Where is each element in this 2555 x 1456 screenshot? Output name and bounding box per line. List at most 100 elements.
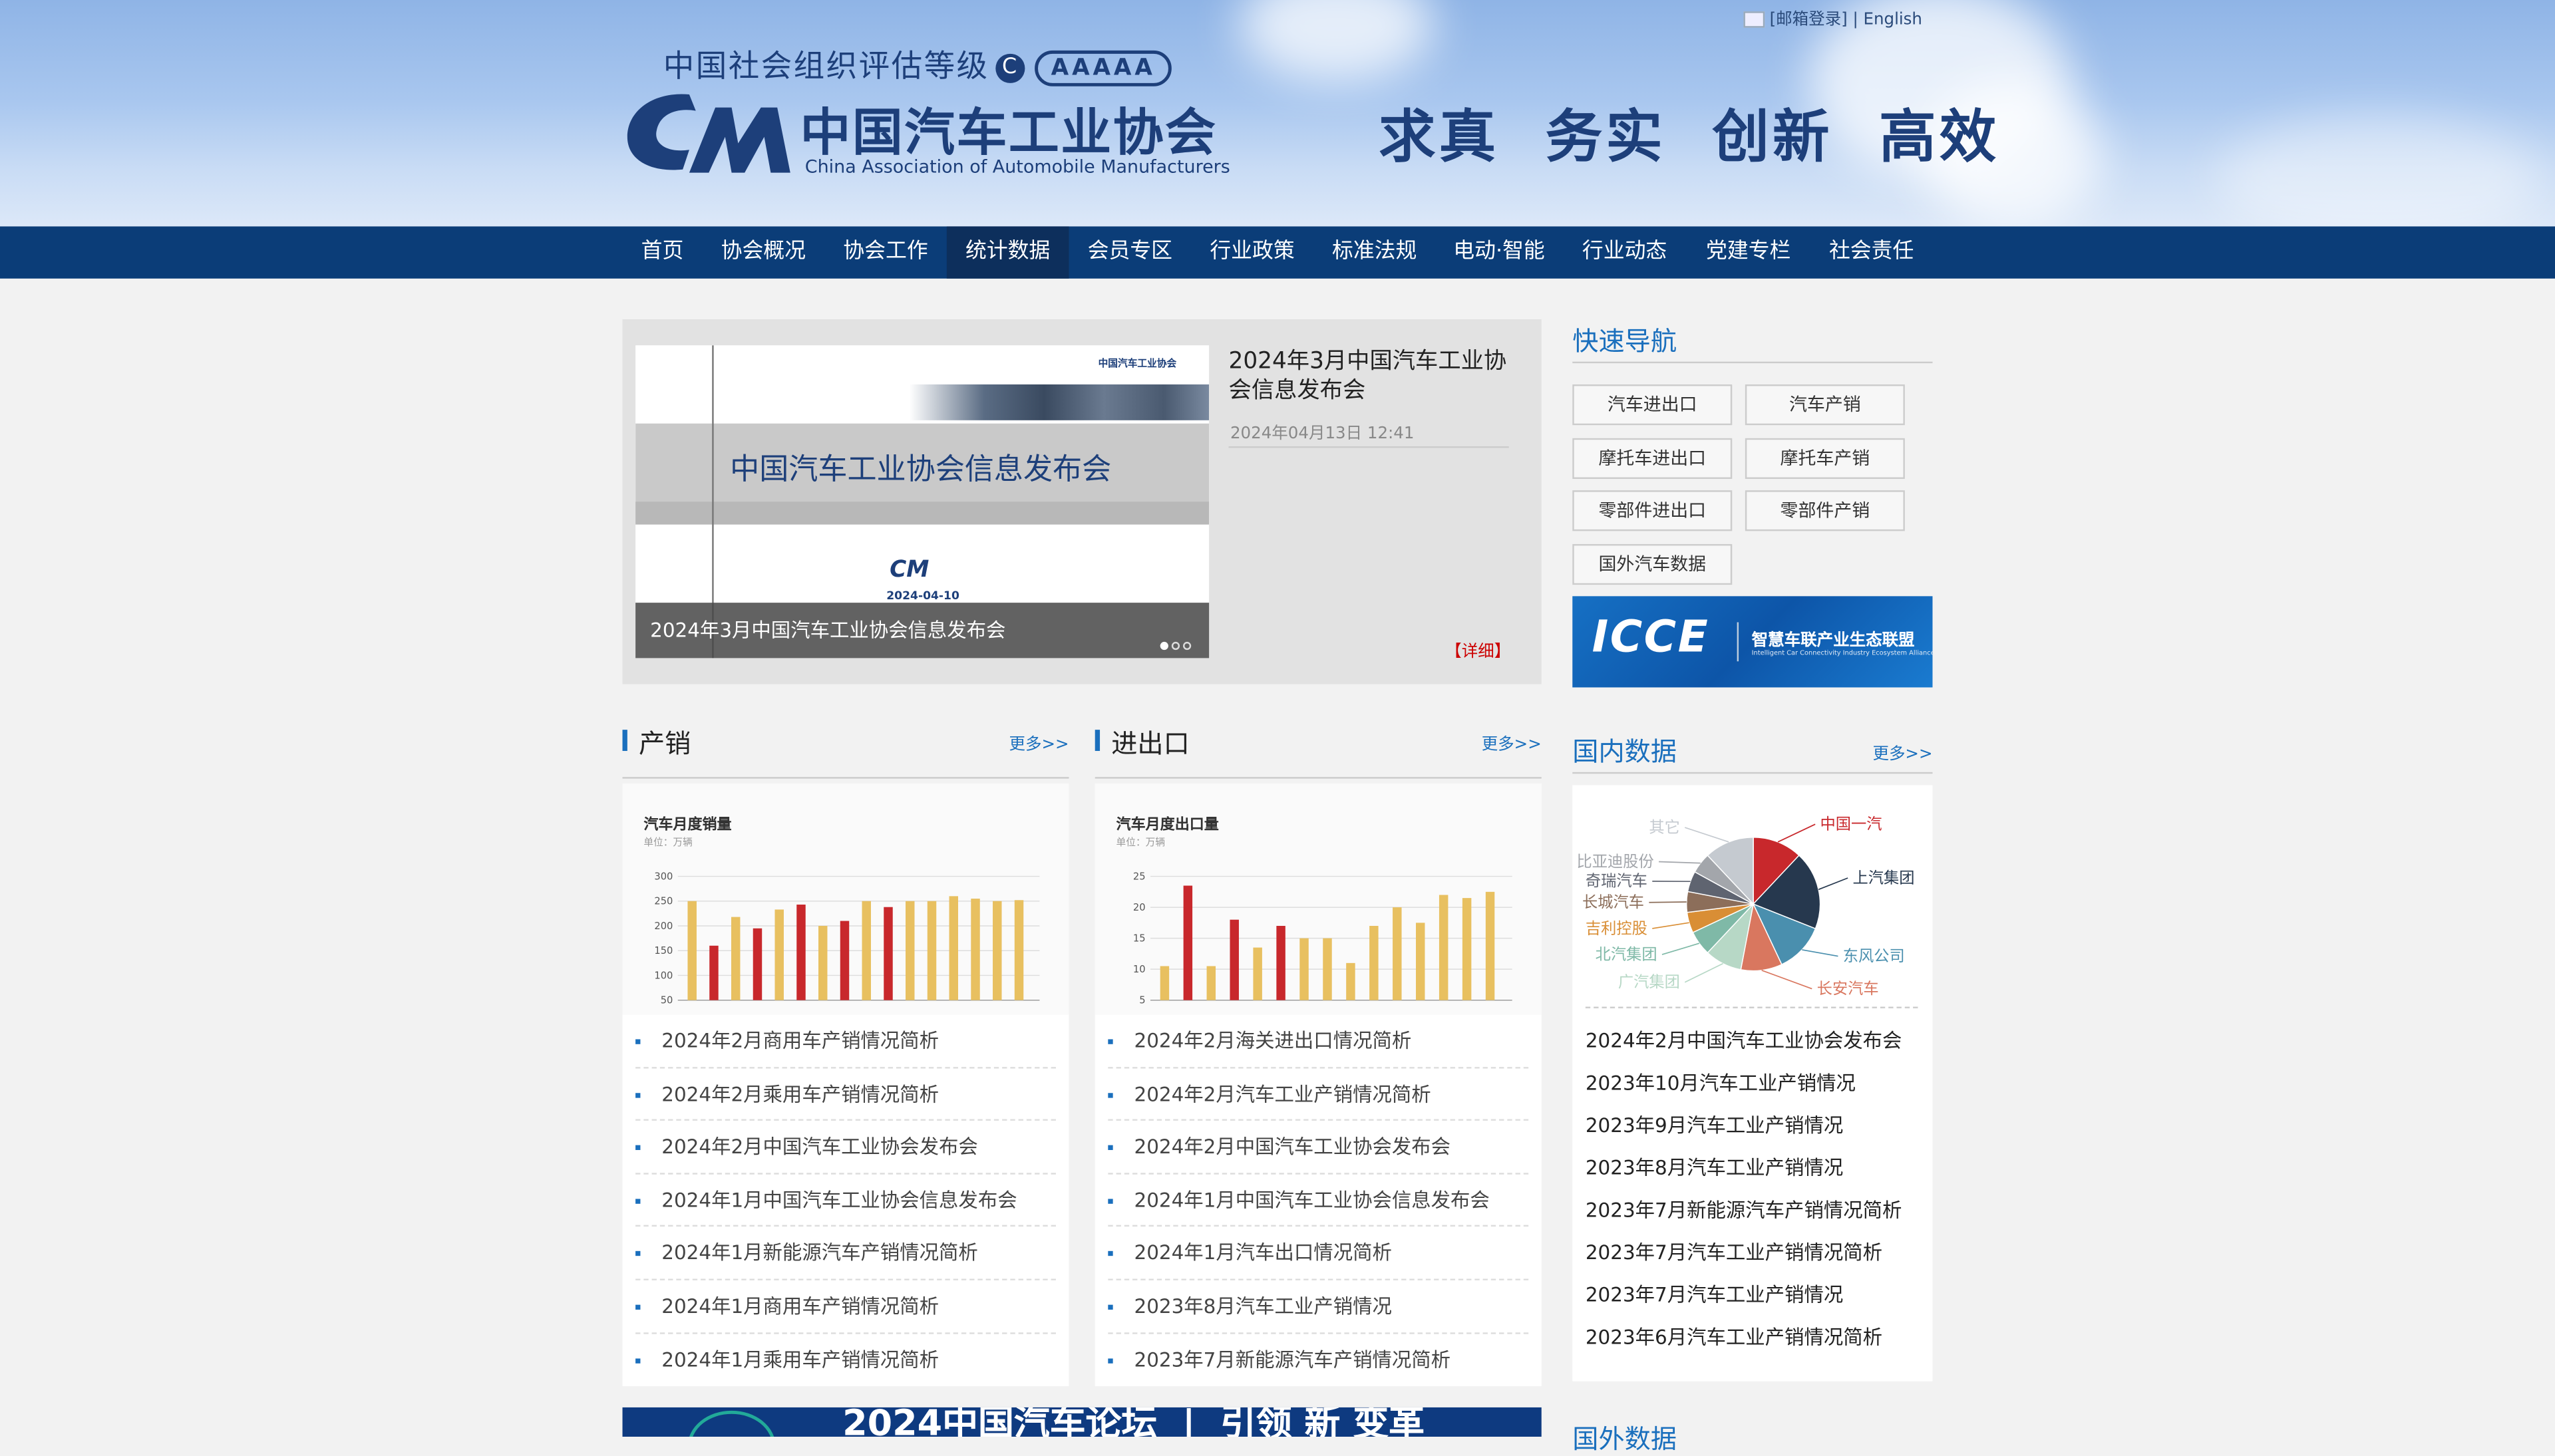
list-item[interactable]: 2023年7月新能源汽车产销情况简析	[1586, 1189, 1902, 1232]
list-item[interactable]: 2024年2月乘用车产销情况简析	[635, 1068, 1056, 1121]
quick-nav-button[interactable]: 零部件产销	[1745, 490, 1905, 531]
quick-nav-button[interactable]: 国外汽车数据	[1572, 544, 1732, 585]
rating-grade: AAAAA	[1035, 50, 1172, 86]
featured-news-date: 2024年04月13日 12:41	[1230, 418, 1415, 443]
sales-chart[interactable]: 汽车月度销量 单位：万辆 50100150200250300	[623, 784, 1069, 1015]
divider	[1586, 1006, 1918, 1008]
mail-icon	[1743, 11, 1765, 27]
cloud-decoration	[1238, 0, 1434, 81]
slide-dot[interactable]	[1172, 642, 1180, 650]
list-item[interactable]: 2024年1月汽车出口情况简析	[1108, 1227, 1528, 1280]
list-item[interactable]: 2024年1月乘用车产销情况简析	[635, 1334, 1056, 1387]
bar	[796, 905, 805, 1000]
nav-item-party[interactable]: 党建专栏	[1687, 226, 1810, 278]
trade-more-link[interactable]: 更多>>	[1482, 730, 1542, 754]
bar	[1393, 907, 1401, 1000]
slide-dot[interactable]	[1160, 642, 1168, 650]
bar	[1369, 926, 1378, 1000]
tick-label: 150	[654, 945, 673, 956]
icce-banner[interactable]: ICCE 智慧车联产业生态联盟 Intelligent Car Connecti…	[1572, 596, 1932, 687]
nav-item-standards[interactable]: 标准法规	[1313, 226, 1436, 278]
featured-news-title[interactable]: 2024年3月中国汽车工业协会信息发布会	[1229, 347, 1516, 406]
quick-nav-button[interactable]: 汽车进出口	[1572, 384, 1732, 425]
pie-leader-line	[1649, 902, 1686, 903]
list-item[interactable]: 2024年2月中国汽车工业协会发布会	[1586, 1020, 1902, 1062]
list-item[interactable]: 2023年8月汽车工业产销情况	[1586, 1147, 1902, 1189]
list-item[interactable]: 2023年8月汽车工业产销情况	[1108, 1280, 1528, 1334]
bar	[1486, 892, 1494, 1000]
pie-label: 东风公司	[1843, 947, 1905, 965]
bar	[949, 896, 958, 1000]
domestic-data-title[interactable]: 国内数据	[1572, 730, 1677, 769]
list-item[interactable]: 2024年2月汽车工业产销情况简析	[1108, 1068, 1528, 1121]
list-item[interactable]: 2023年6月汽车工业产销情况简析	[1586, 1316, 1902, 1359]
nav-item-industry-news[interactable]: 行业动态	[1563, 226, 1687, 278]
pie-label: 广汽集团	[1618, 973, 1680, 991]
sales-list: 2024年2月商用车产销情况简析 2024年2月乘用车产销情况简析 2024年2…	[635, 1015, 1056, 1387]
org-name-en: China Association of Automobile Manufact…	[805, 156, 1230, 178]
nav-item-policy[interactable]: 行业政策	[1191, 226, 1313, 278]
bar	[1346, 963, 1355, 1000]
list-item[interactable]: 2024年1月商用车产销情况简析	[635, 1280, 1056, 1334]
nav-item-statistics[interactable]: 统计数据	[947, 226, 1069, 278]
nav-item-electric-smart[interactable]: 电动·智能	[1436, 226, 1563, 278]
nav-item-home[interactable]: 首页	[623, 226, 703, 278]
list-item[interactable]: 2024年2月中国汽车工业协会发布会	[635, 1121, 1056, 1174]
list-item[interactable]: 2024年2月中国汽车工业协会发布会	[1108, 1121, 1528, 1174]
slide-caption[interactable]: 2024年3月中国汽车工业协会信息发布会	[635, 603, 1209, 658]
sales-more-link[interactable]: 更多>>	[1009, 730, 1069, 754]
list-item[interactable]: 2023年7月汽车工业产销情况	[1586, 1274, 1902, 1316]
list-item[interactable]: 2024年1月中国汽车工业协会信息发布会	[1108, 1174, 1528, 1227]
domestic-more-link[interactable]: 更多>>	[1872, 740, 1932, 764]
slogan: 求真 务实 创新 高效	[1379, 91, 1999, 174]
list-item[interactable]: 2024年2月海关进出口情况简析	[1108, 1015, 1528, 1068]
mail-login-link[interactable]: [邮箱登录]	[1770, 11, 1848, 29]
nav-item-about[interactable]: 协会概况	[703, 226, 825, 278]
banner-graphic	[687, 1411, 775, 1437]
english-link[interactable]: | English	[1852, 11, 1922, 29]
list-item[interactable]: 2024年2月商用车产销情况简析	[635, 1015, 1056, 1068]
quick-nav-button[interactable]: 汽车产销	[1745, 384, 1905, 425]
market-share-pie-chart[interactable]: 中国一汽上汽集团东风公司长安汽车广汽集团北汽集团吉利控股长城汽车奇瑞汽车比亚迪股…	[1572, 785, 1932, 1006]
detail-link[interactable]: 【详细】	[1445, 637, 1510, 662]
slide-dot[interactable]	[1183, 642, 1191, 650]
tick-label: 100	[654, 970, 673, 981]
pie-label: 比亚迪股份	[1576, 853, 1653, 871]
nav-item-members[interactable]: 会员专区	[1069, 226, 1192, 278]
bar	[1160, 966, 1169, 1000]
sales-panel: 汽车月度销量 单位：万辆 50100150200250300 2024年2月商用…	[623, 784, 1069, 1386]
bar	[862, 901, 871, 1000]
quick-nav-button[interactable]: 零部件进出口	[1572, 490, 1732, 531]
section-marker	[1095, 730, 1100, 751]
forum-banner[interactable]: 2024中国汽车论坛 | 引领 新 变革	[623, 1407, 1542, 1437]
tick-label: 10	[1133, 964, 1146, 975]
list-item[interactable]: 2023年7月汽车工业产销情况简析	[1586, 1231, 1902, 1274]
nav-item-work[interactable]: 协会工作	[824, 226, 947, 278]
image-title: 中国汽车工业协会信息发布会	[730, 446, 1111, 489]
slide-dots	[1160, 625, 1194, 656]
tick-label: 300	[654, 871, 673, 882]
bar	[1276, 926, 1285, 1000]
pie-label: 长城汽车	[1582, 893, 1644, 911]
quick-nav-button[interactable]: 摩托车进出口	[1572, 438, 1732, 479]
sales-section-header: 产销 更多>>	[623, 728, 1069, 779]
bar	[1230, 920, 1238, 1000]
sales-section-title[interactable]: 产销	[639, 722, 691, 761]
bar	[1416, 923, 1425, 1000]
pie-label: 吉利控股	[1586, 919, 1647, 937]
quick-nav-button[interactable]: 摩托车产销	[1745, 438, 1905, 479]
list-item[interactable]: 2024年1月中国汽车工业协会信息发布会	[635, 1174, 1056, 1227]
pie-label: 长安汽车	[1817, 980, 1879, 998]
pie-leader-line	[1762, 970, 1812, 989]
list-item[interactable]: 2024年1月新能源汽车产销情况简析	[635, 1227, 1056, 1280]
list-item[interactable]: 2023年7月新能源汽车产销情况简析	[1108, 1334, 1528, 1387]
caam-logo[interactable]	[624, 88, 794, 176]
sales-bar-chart: 50100150200250300	[623, 784, 1069, 1015]
nav-item-social-responsibility[interactable]: 社会责任	[1810, 226, 1933, 278]
list-item[interactable]: 2023年10月汽车工业产销情况	[1586, 1062, 1902, 1105]
bar	[1323, 939, 1331, 1000]
pie-leader-line	[1802, 950, 1838, 956]
trade-section-title[interactable]: 进出口	[1111, 722, 1190, 761]
list-item[interactable]: 2023年9月汽车工业产销情况	[1586, 1104, 1902, 1147]
export-chart[interactable]: 汽车月度出口量 单位：万辆 510152025	[1095, 784, 1542, 1015]
